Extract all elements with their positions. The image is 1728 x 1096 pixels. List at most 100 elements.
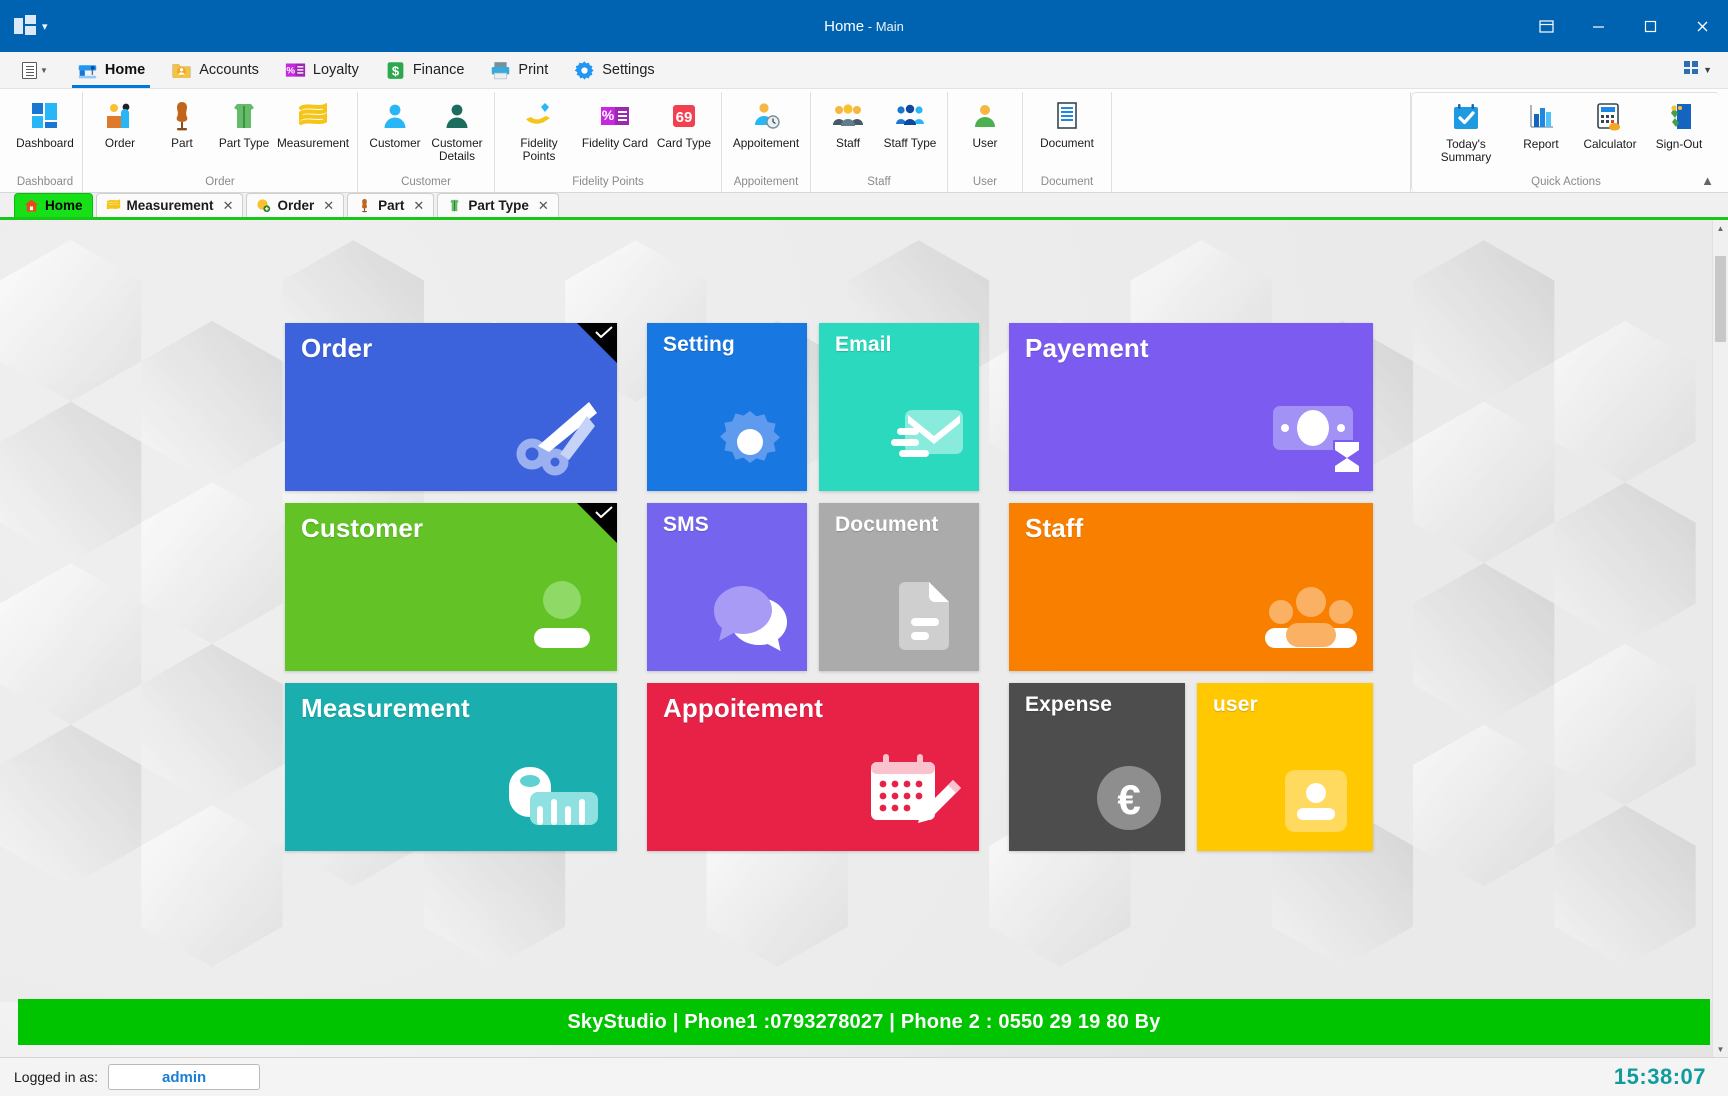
ribbon-item-sign-out[interactable]: Sign-Out (1648, 98, 1710, 153)
percent-list-icon: % (598, 99, 632, 133)
tile-checked-badge (577, 503, 617, 543)
close-icon[interactable]: ✕ (320, 198, 334, 214)
window-title-sub: - Main (864, 18, 904, 34)
file-menu-button[interactable]: ▼ (18, 52, 64, 88)
ribbon-item-appoitement[interactable]: Appoitement (728, 97, 804, 152)
tile-expense[interactable]: Expense € (1009, 683, 1185, 851)
ribbon-tab-loyalty[interactable]: % Loyalty (272, 52, 372, 88)
restore-down-button[interactable] (1520, 0, 1572, 52)
workspace: ▲ ▼ Order Customer Measurement Setting E… (0, 220, 1728, 1057)
ribbon-tab-finance[interactable]: $ Finance (372, 52, 478, 88)
ribbon-item-staff-type[interactable]: Staff Type (879, 97, 941, 152)
tile-customer[interactable]: Customer (285, 503, 617, 671)
logged-in-user[interactable]: admin (108, 1064, 261, 1090)
ribbon-tab-label: Accounts (199, 62, 259, 78)
ribbon-tab-settings[interactable]: Settings (561, 52, 667, 88)
tile-row: SMS Document (647, 503, 979, 671)
ribbon-tab-label: Home (104, 62, 146, 78)
order-coin-icon (256, 198, 271, 213)
ribbon-layout-button[interactable]: ▼ (1683, 52, 1728, 88)
ribbon-group-fidelity-points: Fidelity Points % Fidelity Card 69 Card … (495, 92, 722, 192)
chevron-up-icon[interactable]: ▲ (1701, 173, 1714, 188)
quick-access-toolbar[interactable]: ▾ (0, 15, 48, 37)
dollar-badge-icon: $ (385, 60, 406, 81)
doc-tab-part[interactable]: Part ✕ (347, 193, 435, 217)
ribbon-group-dashboard: Dashboard Dashboard (8, 92, 83, 192)
ribbon-item-order[interactable]: Order (89, 97, 151, 152)
ribbon-item-document[interactable]: Document (1029, 97, 1105, 152)
doc-tab-order[interactable]: Order ✕ (246, 193, 345, 217)
tile-label: Email (835, 333, 892, 356)
ribbon-group-document: Document Document (1023, 92, 1112, 192)
people-group-icon (893, 99, 927, 133)
chevron-down-icon: ▼ (1703, 65, 1712, 75)
window-title-main: Home (824, 17, 865, 35)
ribbon-item-user[interactable]: User (954, 97, 1016, 152)
ribbon-group-title: Dashboard (16, 176, 74, 188)
tile-payement[interactable]: Payement (1009, 323, 1373, 491)
ribbon-item-label: Fidelity Points (520, 136, 558, 164)
ribbon-item-staff[interactable]: Staff (817, 97, 879, 152)
doc-tab-label: Part (378, 198, 405, 213)
garment-icon (227, 99, 261, 133)
ribbon-item-customer-details[interactable]: Customer Details (426, 97, 488, 165)
tile-measurement[interactable]: Measurement (285, 683, 617, 851)
ribbon-item-todays-summary[interactable]: Today's Summary (1422, 98, 1510, 166)
ribbon-item-fidelity-card[interactable]: % Fidelity Card (577, 97, 653, 152)
chevron-down-icon[interactable]: ▼ (1713, 1041, 1728, 1057)
folder-user-icon (171, 60, 192, 81)
close-button[interactable] (1676, 0, 1728, 52)
tape-measure-icon (503, 750, 603, 841)
bar-chart-icon (1524, 100, 1558, 134)
tile-email[interactable]: Email (819, 323, 979, 491)
tile-checked-badge (577, 323, 617, 363)
doc-tab-part-type[interactable]: Part Type ✕ (437, 193, 559, 217)
ribbon-tab-label: Loyalty (312, 62, 359, 78)
ribbon-panel: Dashboard Dashboard Order Part Part Type… (0, 89, 1728, 193)
check-icon (595, 326, 613, 338)
tile-order[interactable]: Order (285, 323, 617, 491)
tile-sms[interactable]: SMS (647, 503, 807, 671)
windows-app-icon (14, 15, 36, 37)
tile-staff[interactable]: Staff (1009, 503, 1373, 671)
svg-text:$: $ (392, 63, 400, 78)
ribbon-item-customer[interactable]: Customer (364, 97, 426, 152)
ribbon-item-measurement[interactable]: Measurement (275, 97, 351, 152)
tile-setting[interactable]: Setting (647, 323, 807, 491)
ribbon-item-part-type[interactable]: Part Type (213, 97, 275, 152)
ribbon-item-report[interactable]: Report (1510, 98, 1572, 153)
svg-text:%: % (602, 107, 615, 123)
ribbon-item-card-type[interactable]: 69 Card Type (653, 97, 715, 152)
maximize-button[interactable] (1624, 0, 1676, 52)
tile-document[interactable]: Document (819, 503, 979, 671)
ribbon-item-fidelity-points[interactable]: Fidelity Points (501, 97, 577, 165)
chevron-down-icon[interactable]: ▾ (42, 20, 48, 33)
tile-user[interactable]: user (1197, 683, 1373, 851)
calculator-icon (1593, 100, 1627, 134)
calendar-check-icon (1449, 100, 1483, 134)
scrollbar-thumb[interactable] (1715, 256, 1726, 342)
check-icon (595, 506, 613, 518)
status-bar: Logged in as: admin 15:38:07 (0, 1057, 1728, 1096)
close-icon[interactable]: ✕ (220, 198, 234, 214)
ribbon-item-calculator[interactable]: Calculator (1572, 98, 1648, 153)
tile-label: Document (835, 513, 939, 536)
ribbon-group-quick-actions: Today's Summary Report Calculator Sign-O… (1411, 92, 1720, 192)
ribbon-tab-accounts[interactable]: Accounts (158, 52, 272, 88)
ribbon-tab-home[interactable]: Home (64, 52, 158, 88)
close-icon[interactable]: ✕ (410, 198, 424, 214)
chevron-up-icon[interactable]: ▲ (1713, 220, 1728, 236)
vertical-scrollbar[interactable]: ▲ ▼ (1712, 220, 1728, 1057)
close-icon[interactable]: ✕ (535, 198, 549, 214)
dashboard-tiles-icon (28, 99, 62, 133)
minimize-button[interactable] (1572, 0, 1624, 52)
ribbon-tab-print[interactable]: Print (477, 52, 561, 88)
window-title: Home - Main (0, 18, 1728, 35)
tile-appoitement[interactable]: Appoitement (647, 683, 979, 851)
ribbon-item-dashboard[interactable]: Dashboard (14, 97, 76, 152)
doc-tab-measurement[interactable]: Measurement ✕ (95, 193, 244, 217)
ribbon-item-label: Customer (369, 136, 421, 150)
ribbon-tab-bar: ▼ Home Accounts % Loyalty $ Finance Prin… (0, 52, 1728, 89)
ribbon-item-part[interactable]: Part (151, 97, 213, 152)
doc-tab-home[interactable]: Home (14, 193, 93, 217)
